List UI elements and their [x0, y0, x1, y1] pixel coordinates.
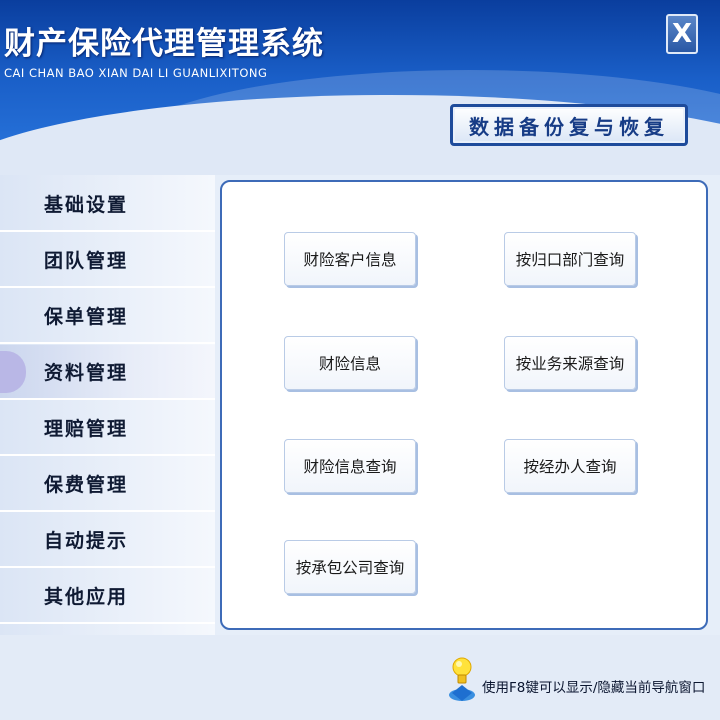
sidebar-item-data-management[interactable]: 资料管理	[0, 345, 215, 400]
sidebar-item-policy-management[interactable]: 保单管理	[0, 289, 215, 344]
close-icon: X	[671, 19, 693, 49]
sidebar-item-premium-management[interactable]: 保费管理	[0, 457, 215, 512]
query-by-contractor-button[interactable]: 按承包公司查询	[284, 540, 416, 594]
keyboard-tip: 使用F8键可以显示/隐藏当前导航窗口	[482, 680, 706, 696]
backup-restore-button[interactable]: 数据备份复与恢复	[450, 104, 688, 146]
property-info-query-button[interactable]: 财险信息查询	[284, 439, 416, 493]
app-header: 财产保险代理管理系统 CAI CHAN BAO XIAN DAI LI GUAN…	[0, 0, 720, 175]
query-by-handler-button[interactable]: 按经办人查询	[504, 439, 636, 493]
query-by-department-button[interactable]: 按归口部门查询	[504, 232, 636, 286]
sidebar-item-other-apps[interactable]: 其他应用	[0, 569, 215, 624]
property-insurance-info-button[interactable]: 财险信息	[284, 336, 416, 390]
sidebar-nav: 基础设置 团队管理 保单管理 资料管理 理赔管理 保费管理 自动提示 其他应用	[0, 175, 215, 635]
sidebar-item-basic-settings[interactable]: 基础设置	[0, 177, 215, 232]
query-by-business-source-button[interactable]: 按业务来源查询	[504, 336, 636, 390]
app-title: 财产保险代理管理系统	[4, 26, 324, 62]
close-button[interactable]: X	[666, 14, 698, 54]
sidebar-item-team-management[interactable]: 团队管理	[0, 233, 215, 288]
sidebar-item-claims-management[interactable]: 理赔管理	[0, 401, 215, 456]
sidebar-item-auto-reminder[interactable]: 自动提示	[0, 513, 215, 568]
function-panel: 财险客户信息 按归口部门查询 财险信息 按业务来源查询 财险信息查询 按经办人查…	[220, 180, 708, 630]
lightbulb-icon	[449, 657, 475, 701]
app-subtitle: CAI CHAN BAO XIAN DAI LI GUANLIXITONG	[4, 66, 268, 80]
property-customer-info-button[interactable]: 财险客户信息	[284, 232, 416, 286]
